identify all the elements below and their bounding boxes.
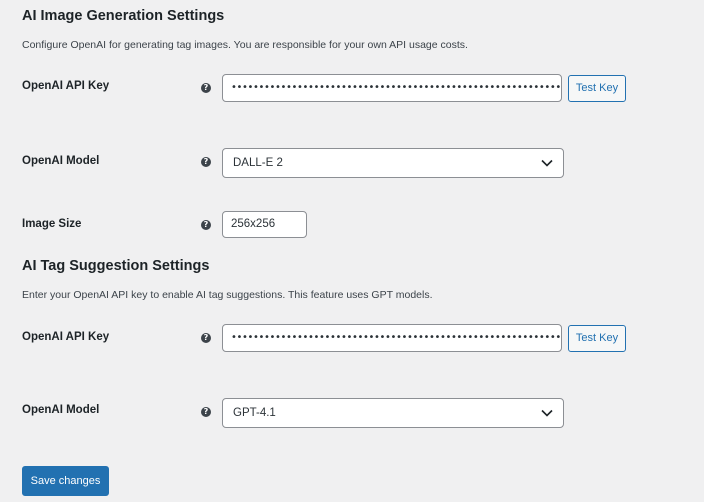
image-api-key-input[interactable]: ••••••••••••••••••••••••••••••••••••••••… (222, 74, 562, 102)
question-circle-icon[interactable]: ? (201, 220, 211, 230)
tag-api-key-label: OpenAI API Key (22, 331, 110, 343)
chevron-down-icon (541, 159, 553, 167)
tag-settings-heading: AI Tag Suggestion Settings (22, 258, 210, 274)
image-settings-description: Configure OpenAI for generating tag imag… (22, 39, 468, 51)
image-model-selected-value: DALL-E 2 (233, 157, 283, 169)
tag-model-label: OpenAI Model (22, 404, 100, 416)
image-size-input[interactable]: 256x256 (222, 211, 307, 238)
tag-model-selected-value: GPT-4.1 (233, 407, 276, 419)
tag-settings-description: Enter your OpenAI API key to enable AI t… (22, 289, 433, 301)
save-changes-button[interactable]: Save changes (22, 466, 109, 496)
chevron-down-icon (541, 409, 553, 417)
image-size-label: Image Size (22, 218, 82, 230)
question-circle-icon[interactable]: ? (201, 157, 211, 167)
image-model-select[interactable]: DALL-E 2 (222, 148, 564, 178)
question-circle-icon[interactable]: ? (201, 83, 211, 93)
question-circle-icon[interactable]: ? (201, 333, 211, 343)
tag-model-select[interactable]: GPT-4.1 (222, 398, 564, 428)
image-test-key-button[interactable]: Test Key (568, 75, 626, 102)
image-model-label: OpenAI Model (22, 155, 100, 167)
question-circle-icon[interactable]: ? (201, 407, 211, 417)
image-settings-heading: AI Image Generation Settings (22, 8, 225, 24)
image-api-key-label: OpenAI API Key (22, 80, 110, 92)
tag-api-key-input[interactable]: ••••••••••••••••••••••••••••••••••••••••… (222, 324, 562, 352)
tag-test-key-button[interactable]: Test Key (568, 325, 626, 352)
